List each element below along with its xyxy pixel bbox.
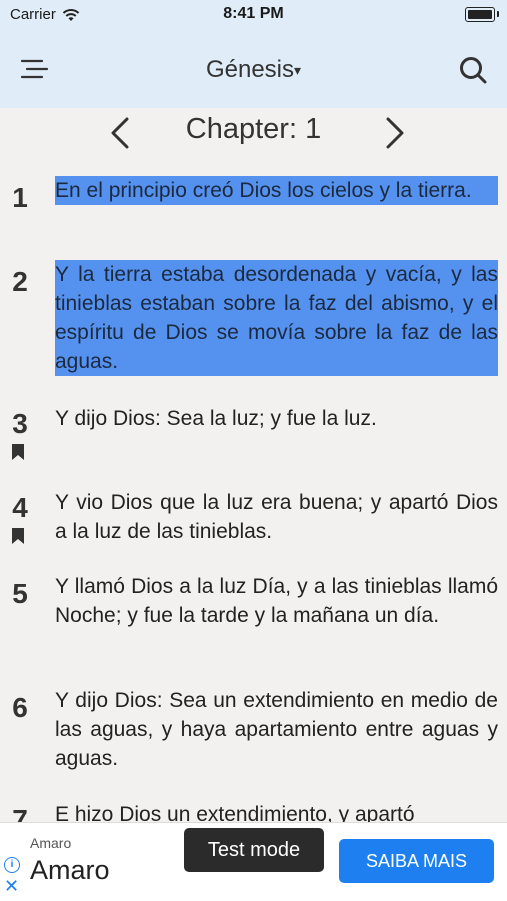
chapter-nav: Chapter: 1	[0, 108, 507, 156]
verse-number: 7	[12, 804, 28, 822]
ad-banner[interactable]: Amaro Amaro Test mode SAIBA MAIS i ✕	[0, 822, 507, 901]
bookmark-icon	[12, 444, 24, 460]
verse-text: Y dijo Dios: Sea un extendimiento en med…	[55, 689, 498, 770]
nav-bar: Génesis▾	[0, 30, 507, 108]
ad-cta-button[interactable]: SAIBA MAIS	[339, 839, 494, 883]
verse-number: 6	[12, 692, 28, 723]
book-selector[interactable]: Génesis▾	[0, 56, 507, 84]
verse-text: Y vio Dios que la luz era buena; y apart…	[55, 491, 498, 543]
chapter-label: Chapter: 1	[185, 113, 322, 145]
verse-text: Y la tierra estaba desordenada y vacía, …	[55, 260, 498, 376]
test-mode-badge: Test mode	[184, 828, 324, 872]
verse-text: Y llamó Dios a la luz Día, y a las tinie…	[55, 575, 498, 627]
chevron-right-icon[interactable]	[380, 116, 410, 150]
battery-icon	[465, 7, 499, 22]
ad-close-icon[interactable]: ✕	[4, 876, 19, 897]
verse-number: 4	[12, 492, 28, 523]
verse-text: En el principio creó Dios los cielos y l…	[55, 176, 498, 205]
ad-advertiser-name: Amaro	[30, 855, 110, 885]
ad-info-icon[interactable]: i	[4, 857, 20, 873]
status-time: 8:41 PM	[223, 5, 284, 22]
search-icon[interactable]	[457, 54, 489, 86]
verse-text: E hizo Dios un extendimiento, y apartó	[55, 803, 415, 822]
verse-number: 5	[12, 578, 28, 609]
status-bar: Carrier 8:41 PM	[0, 0, 507, 30]
verse-row[interactable]: 7 E hizo Dios un extendimiento, y apartó	[0, 798, 507, 822]
bookmark-icon	[12, 528, 24, 544]
verse-number: 2	[12, 266, 28, 297]
ad-advertiser-small: Amaro	[30, 835, 72, 851]
dropdown-arrow-icon: ▾	[294, 62, 302, 79]
book-title: Génesis	[205, 56, 294, 83]
verse-number: 3	[12, 408, 28, 439]
verse-number: 1	[12, 182, 28, 213]
verse-text: Y dijo Dios: Sea la luz; y fue la luz.	[55, 407, 377, 430]
